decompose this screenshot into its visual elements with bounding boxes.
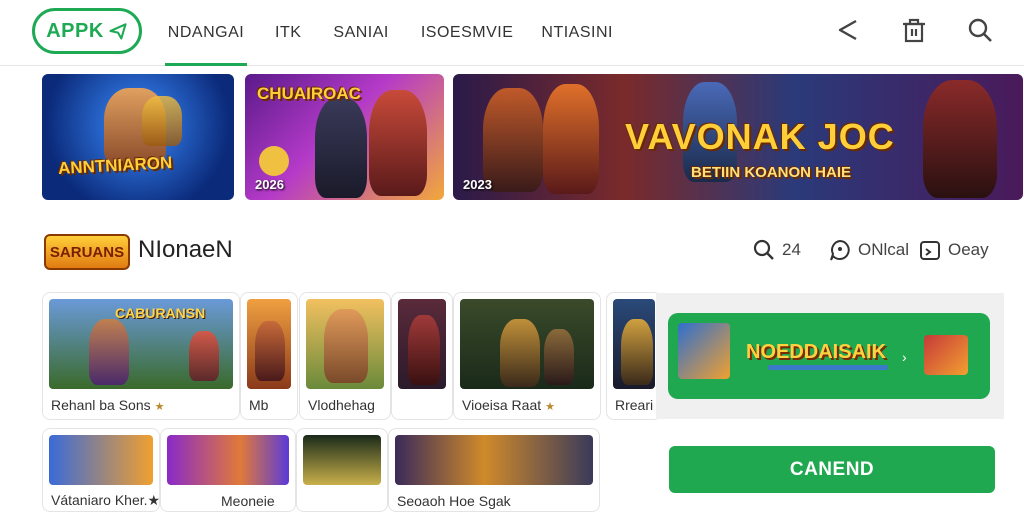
section-logo-text: SARUANS <box>49 243 125 261</box>
search-icon <box>753 239 774 260</box>
banner-title: ANNTNIARON <box>57 153 173 178</box>
game-label: Meoneie <box>221 493 275 509</box>
search-icon[interactable] <box>966 16 994 44</box>
section-logo: SARUANS <box>44 234 130 270</box>
banner-2[interactable]: CHUAIROAC 2026 <box>245 74 444 200</box>
nav-tab-1[interactable]: NDANGAI <box>165 0 247 66</box>
game-thumbnail <box>395 435 593 485</box>
promo-panel: NOEDDAISAIK › <box>656 293 1004 419</box>
promo-card[interactable]: NOEDDAISAIK › <box>668 313 990 399</box>
banner-subtitle: BETIIN KOANON HAIE <box>691 164 852 181</box>
send-arrow-icon <box>109 23 127 40</box>
game-card[interactable]: Vlodhehag <box>299 292 391 420</box>
banner-3[interactable]: VAVONAK JOC BETIIN KOANON HAIE 2023 <box>453 74 1023 200</box>
star-icon: ★ <box>147 492 160 508</box>
game-card[interactable]: Mb <box>240 292 298 420</box>
star-icon: ★ <box>154 401 165 413</box>
app-logo[interactable]: APPK <box>32 8 142 54</box>
game-card[interactable]: Vioeisa Raat ★ <box>453 292 601 420</box>
top-header: APPK NDANGAI ITK SANIAI ISOESMVIE NTIASI… <box>0 0 1024 66</box>
stat-value: ONlcal <box>858 240 910 259</box>
star-icon: ★ <box>545 401 556 413</box>
banner-1[interactable]: ANNTNIARON <box>42 74 234 200</box>
banner-year: 2026 <box>255 177 284 192</box>
game-card[interactable] <box>296 428 388 512</box>
game-label: Mb <box>249 397 269 413</box>
nav-tab-label: NTIASINI <box>541 24 613 41</box>
main-nav: NDANGAI ITK SANIAI ISOESMVIE NTIASINI <box>165 0 613 66</box>
promo-title: NOEDDAISAIK <box>746 341 887 363</box>
banner-title: CHUAIROAC <box>257 84 361 103</box>
game-thumbnail <box>167 435 289 485</box>
nav-tab-label: ITK <box>275 24 302 41</box>
game-thumbnail: CABURANSN <box>49 299 233 389</box>
nav-tab-2[interactable]: ITK <box>275 0 301 66</box>
chat-icon <box>830 239 850 261</box>
game-card[interactable] <box>391 292 453 420</box>
game-label: Vlodhehag <box>308 397 375 413</box>
promo-thumbnail <box>678 323 730 379</box>
game-thumbnail <box>247 299 291 389</box>
game-card[interactable]: Vátaniaro Kher.★ <box>42 428 160 512</box>
game-label: Rehanl ba Sons ★ <box>51 397 165 413</box>
stat-value: 24 <box>782 240 801 259</box>
nav-tab-label: NDANGAI <box>167 24 245 41</box>
app-logo-text: APPK <box>46 19 104 42</box>
promo-underline <box>768 365 888 370</box>
game-thumbnail <box>49 435 153 485</box>
game-card[interactable]: Rreari <box>606 292 662 420</box>
stat-search[interactable]: 24 <box>752 238 801 262</box>
game-label-text: Vátaniaro Kher. <box>51 492 148 508</box>
stat-value: Oeay <box>948 240 989 259</box>
game-label: Rreari <box>615 397 654 413</box>
game-thumbnail <box>398 299 446 389</box>
promo-thumbnail <box>924 335 968 375</box>
stat-calendar[interactable]: Oeay <box>918 238 989 262</box>
nav-tab-4[interactable]: ISOESMVIE <box>421 0 514 66</box>
section-title: NIonaeN <box>138 236 233 263</box>
trash-icon[interactable] <box>900 16 928 44</box>
calendar-icon <box>920 241 940 260</box>
game-thumbnail <box>306 299 384 389</box>
arrow-icon: › <box>902 349 907 365</box>
game-label: Vioeisa Raat ★ <box>462 397 555 413</box>
nav-tab-label: ISOESMVIE <box>420 24 514 41</box>
banner-title: VAVONAK JOC <box>625 116 895 157</box>
stat-chat[interactable]: ONlcal <box>828 238 909 262</box>
nav-tab-3[interactable]: SANIAI <box>333 0 388 66</box>
game-thumbnail <box>613 299 655 389</box>
share-icon[interactable] <box>834 16 862 44</box>
thumb-title: CABURANSN <box>115 305 206 321</box>
nav-tab-5[interactable]: NTIASINI <box>541 0 613 66</box>
game-label-text: Rehanl ba Sons <box>51 397 151 413</box>
game-thumbnail <box>460 299 594 389</box>
game-label: Seoaoh Hoe Sgak <box>397 493 511 509</box>
game-thumbnail <box>303 435 381 485</box>
game-label-text: Vioeisa Raat <box>462 397 542 413</box>
game-card[interactable]: CABURANSN Rehanl ba Sons ★ <box>42 292 240 420</box>
nav-tab-label: SANIAI <box>333 24 389 41</box>
banner-year: 2023 <box>463 177 492 192</box>
game-card[interactable]: Meoneie <box>160 428 296 512</box>
game-label: Vátaniaro Kher.★ <box>51 492 160 509</box>
game-card[interactable]: Seoaoh Hoe Sgak <box>388 428 600 512</box>
cta-button[interactable]: CANEND <box>669 446 995 493</box>
